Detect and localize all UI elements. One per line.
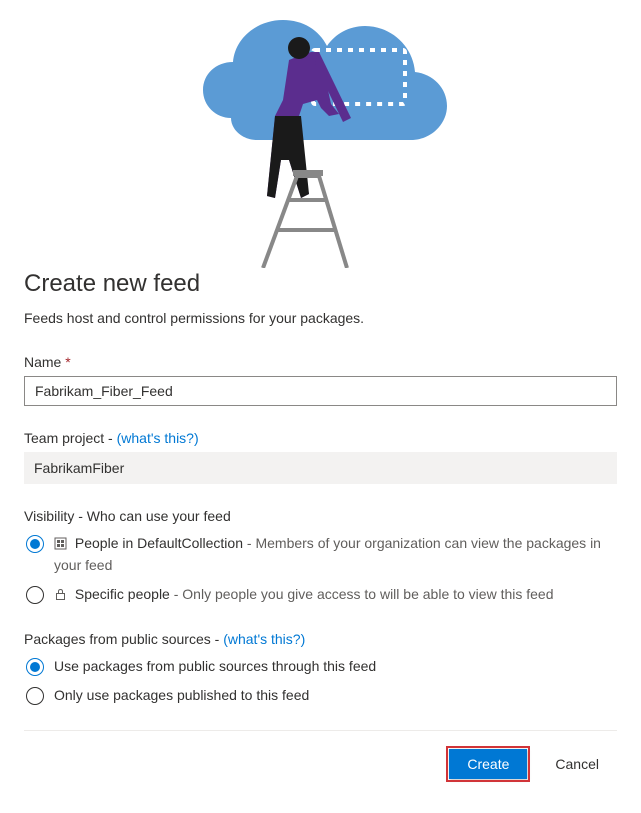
radio-public-only[interactable]: [26, 687, 44, 705]
visibility-org-title: People in DefaultCollection: [75, 535, 243, 551]
visibility-option-specific[interactable]: Specific people - Only people you give a…: [24, 585, 617, 607]
radio-public-use[interactable]: [26, 658, 44, 676]
footer-divider: [24, 730, 617, 731]
team-project-value: FabrikamFiber: [24, 452, 617, 484]
radio-visibility-specific[interactable]: [26, 586, 44, 604]
required-marker: *: [65, 354, 70, 370]
public-sources-label: Packages from public sources - (what's t…: [24, 631, 617, 647]
public-use-title: Use packages from public sources through…: [54, 657, 617, 677]
visibility-label: Visibility - Who can use your feed: [24, 508, 617, 524]
visibility-specific-desc: Only people you give access to will be a…: [182, 586, 553, 602]
team-project-whats-this-link[interactable]: (what's this?): [117, 430, 199, 446]
cloud-illustration: [171, 8, 471, 268]
hero-illustration: [0, 0, 641, 270]
cancel-button[interactable]: Cancel: [537, 749, 617, 779]
public-sources-whats-this-link[interactable]: (what's this?): [223, 631, 305, 647]
create-button[interactable]: Create: [449, 749, 527, 779]
org-icon: [54, 536, 67, 556]
visibility-specific-title: Specific people: [75, 586, 170, 602]
lock-icon: [54, 587, 67, 607]
public-sources-option-only[interactable]: Only use packages published to this feed: [24, 686, 617, 706]
page-title: Create new feed: [24, 270, 617, 298]
public-sources-option-use[interactable]: Use packages from public sources through…: [24, 657, 617, 677]
page-subtitle: Feeds host and control permissions for y…: [24, 310, 617, 326]
public-only-title: Only use packages published to this feed: [54, 686, 617, 706]
name-label: Name *: [24, 354, 617, 370]
name-input[interactable]: [24, 376, 617, 406]
team-project-label: Team project - (what's this?): [24, 430, 617, 446]
radio-visibility-org[interactable]: [26, 535, 44, 553]
visibility-option-org[interactable]: People in DefaultCollection - Members of…: [24, 534, 617, 575]
